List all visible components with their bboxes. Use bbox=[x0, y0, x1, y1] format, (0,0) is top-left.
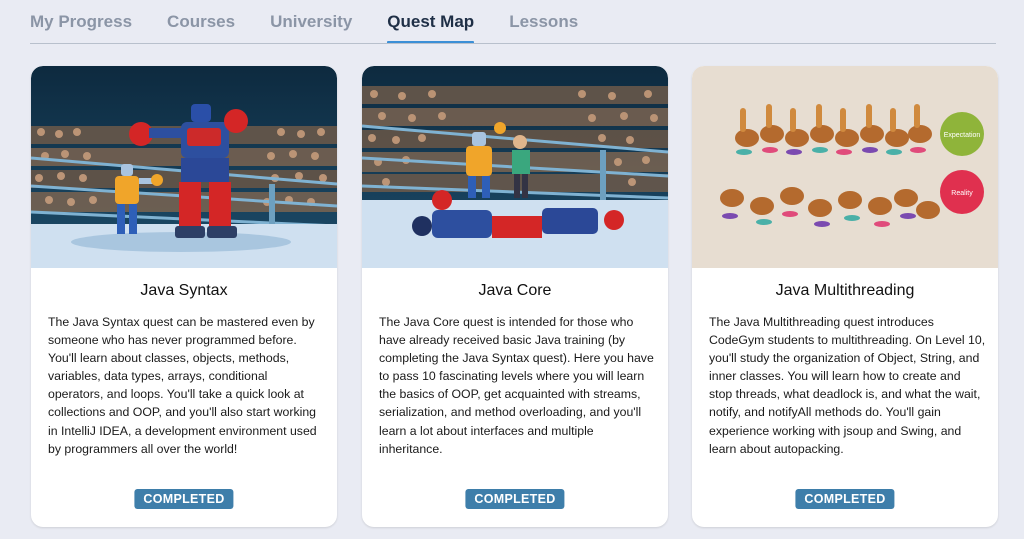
dogs-expectation-reality-illustration: Expectation Reality bbox=[692, 66, 998, 268]
quest-card-java-core[interactable]: Java Core The Java Core quest is intende… bbox=[362, 66, 668, 527]
quest-description: The Java Multithreading quest introduces… bbox=[709, 315, 986, 456]
reality-label: Reality bbox=[951, 190, 973, 197]
status-badge: COMPLETED bbox=[465, 489, 565, 509]
status-badge: COMPLETED bbox=[134, 489, 234, 509]
tab-university[interactable]: University bbox=[270, 0, 352, 44]
status-badge: COMPLETED bbox=[795, 489, 895, 509]
quest-card-java-syntax[interactable]: Java Syntax The Java Syntax quest can be… bbox=[31, 66, 337, 527]
quest-description: The Java Core quest is intended for thos… bbox=[379, 315, 654, 456]
tab-quest-map[interactable]: Quest Map bbox=[387, 0, 474, 44]
quest-title: Java Core bbox=[478, 282, 552, 299]
robot-knockout-illustration bbox=[362, 66, 668, 268]
tab-lessons[interactable]: Lessons bbox=[509, 0, 578, 44]
quest-card-java-multithreading[interactable]: Expectation Reality Java Multithreading … bbox=[692, 66, 998, 527]
quest-description: The Java Syntax quest can be mastered ev… bbox=[48, 315, 317, 456]
expectation-label: Expectation bbox=[944, 132, 981, 139]
robot-boxing-illustration bbox=[31, 66, 337, 268]
quest-title: Java Syntax bbox=[140, 282, 228, 299]
nav-tabs: My Progress Courses University Quest Map… bbox=[30, 0, 613, 44]
tab-my-progress[interactable]: My Progress bbox=[30, 0, 132, 44]
quest-title: Java Multithreading bbox=[775, 282, 915, 299]
tabs-divider bbox=[30, 43, 996, 44]
tab-courses[interactable]: Courses bbox=[167, 0, 235, 44]
